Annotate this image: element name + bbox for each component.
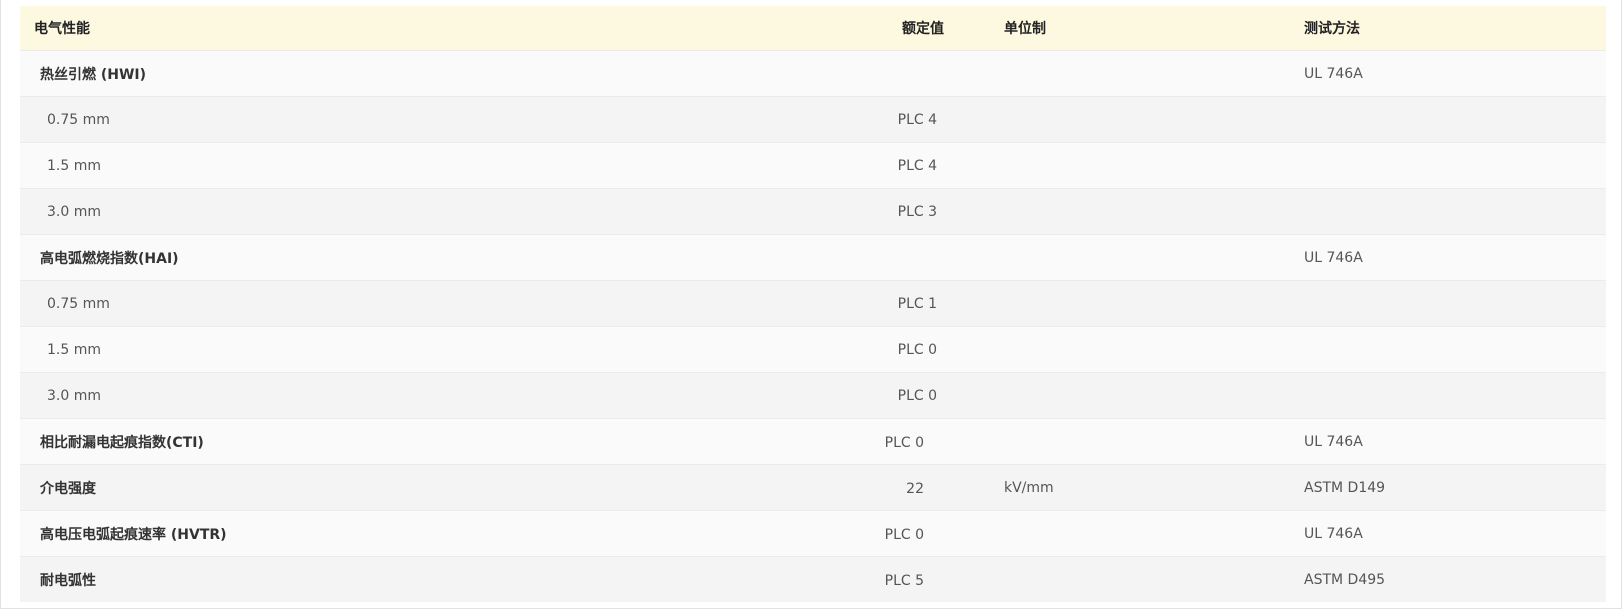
cell-spacer [948, 142, 976, 189]
property-label: 高电压电弧起痕速率 (HVTR) [40, 526, 227, 543]
property-label: 热丝引燃 (HWI) [40, 66, 147, 83]
cell-property: 0.75 mm PLC 4 [20, 96, 948, 143]
cell-property: 3.0 mm PLC 3 [20, 188, 948, 235]
property-label: 3.0 mm [47, 203, 101, 220]
table-row: 1.5 mm PLC 4 [20, 142, 1606, 189]
electrical-properties-table: 电气性能 额定值 单位制 测试方法 热丝引燃 (HWI) UL 746A 0.75 m… [20, 6, 1606, 602]
cell-spacer [948, 280, 976, 327]
cell-unit [976, 326, 1290, 373]
cell-method: UL 746A [1290, 234, 1606, 281]
header-unit: 单位制 [976, 6, 1290, 51]
cell-spacer [948, 556, 976, 602]
table-row: 3.0 mm PLC 0 [20, 372, 1606, 419]
property-label: 相比耐漏电起痕指数(CTI) [40, 434, 204, 451]
cell-property: 热丝引燃 (HWI) [20, 50, 948, 97]
property-label: 3.0 mm [47, 387, 101, 404]
table-row: 3.0 mm PLC 3 [20, 188, 1606, 235]
cell-value: PLC 4 [897, 157, 937, 174]
property-label: 高电弧燃烧指数(HAI) [40, 250, 179, 267]
property-label: 耐电弧性 [40, 572, 96, 589]
cell-spacer [948, 418, 976, 465]
cell-property: 高电弧燃烧指数(HAI) [20, 234, 948, 281]
header-method: 测试方法 [1290, 6, 1606, 51]
header-value: 额定值 [902, 21, 944, 37]
cell-method [1290, 372, 1606, 419]
table-row: 高电压电弧起痕速率 (HVTR) PLC 0 UL 746A [20, 510, 1606, 557]
cell-property: 耐电弧性 PLC 5 [20, 556, 948, 602]
cell-property: 3.0 mm PLC 0 [20, 372, 948, 419]
cell-value: PLC 0 [897, 341, 937, 358]
table-header-row: 电气性能 额定值 单位制 测试方法 [20, 6, 1606, 51]
cell-method [1290, 96, 1606, 143]
cell-unit [976, 556, 1290, 602]
cell-value: PLC 4 [897, 111, 937, 128]
cell-spacer [948, 464, 976, 511]
cell-value: PLC 5 [884, 572, 924, 589]
cell-property: 高电压电弧起痕速率 (HVTR) PLC 0 [20, 510, 948, 557]
cell-method: UL 746A [1290, 510, 1606, 557]
property-label: 介电强度 [40, 480, 96, 497]
cell-unit [976, 280, 1290, 327]
cell-unit: kV/mm [976, 464, 1290, 511]
cell-value: 22 [906, 480, 924, 497]
cell-property: 介电强度 22 [20, 464, 948, 511]
cell-spacer [948, 96, 976, 143]
cell-method: ASTM D495 [1290, 556, 1606, 602]
cell-method: UL 746A [1290, 418, 1606, 465]
table-row: 高电弧燃烧指数(HAI) UL 746A [20, 234, 1606, 281]
property-label: 1.5 mm [47, 157, 101, 174]
property-label: 0.75 mm [47, 111, 110, 128]
cell-spacer [948, 188, 976, 235]
cell-method [1290, 280, 1606, 327]
cell-property: 1.5 mm PLC 0 [20, 326, 948, 373]
table-row: 1.5 mm PLC 0 [20, 326, 1606, 373]
cell-spacer [948, 372, 976, 419]
cell-unit [976, 142, 1290, 189]
table-row: 热丝引燃 (HWI) UL 746A [20, 50, 1606, 97]
cell-value: PLC 1 [897, 295, 937, 312]
cell-unit [976, 50, 1290, 97]
cell-value: PLC 3 [897, 203, 937, 220]
cell-unit [976, 372, 1290, 419]
cell-property: 1.5 mm PLC 4 [20, 142, 948, 189]
cell-spacer [948, 50, 976, 97]
table-row: 0.75 mm PLC 4 [20, 96, 1606, 143]
cell-unit [976, 510, 1290, 557]
table-row: 耐电弧性 PLC 5 ASTM D495 [20, 556, 1606, 602]
header-property: 电气性能 额定值 [20, 6, 948, 51]
cell-property: 相比耐漏电起痕指数(CTI) PLC 0 [20, 418, 948, 465]
cell-spacer [948, 234, 976, 281]
cell-method [1290, 142, 1606, 189]
cell-spacer [948, 510, 976, 557]
cell-method: UL 746A [1290, 50, 1606, 97]
header-spacer [948, 6, 976, 51]
cell-method [1290, 326, 1606, 373]
cell-spacer [948, 326, 976, 373]
cell-unit [976, 418, 1290, 465]
cell-unit [976, 234, 1290, 281]
cell-method: ASTM D149 [1290, 464, 1606, 511]
table-row: 相比耐漏电起痕指数(CTI) PLC 0 UL 746A [20, 418, 1606, 465]
table-row: 介电强度 22 kV/mm ASTM D149 [20, 464, 1606, 511]
cell-property: 0.75 mm PLC 1 [20, 280, 948, 327]
cell-value: PLC 0 [897, 387, 937, 404]
cell-unit [976, 96, 1290, 143]
property-label: 1.5 mm [47, 341, 101, 358]
property-label: 0.75 mm [47, 295, 110, 312]
cell-value: PLC 0 [884, 526, 924, 543]
cell-method [1290, 188, 1606, 235]
table-row: 0.75 mm PLC 1 [20, 280, 1606, 327]
cell-unit [976, 188, 1290, 235]
cell-value: PLC 0 [884, 434, 924, 451]
